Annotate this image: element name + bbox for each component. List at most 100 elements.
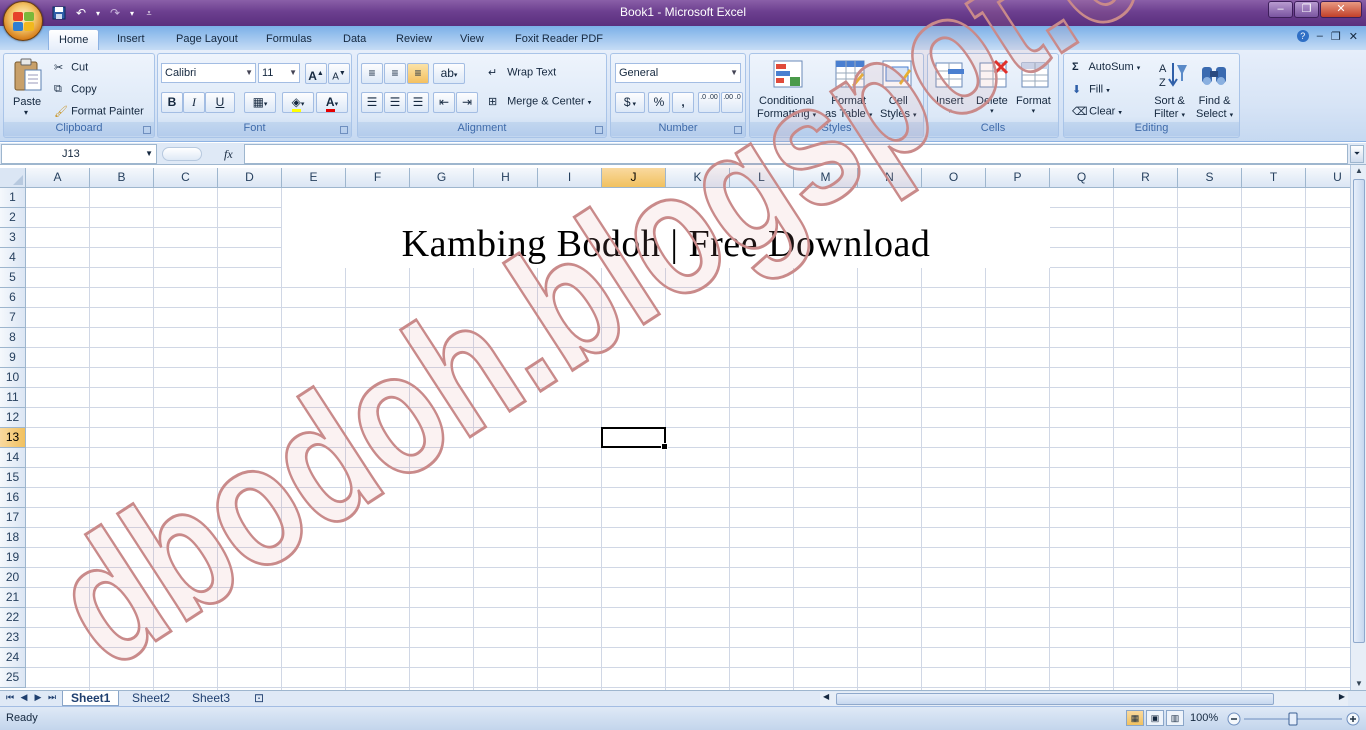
format-cells-button[interactable]: Format ▾ [1016, 95, 1051, 115]
font-color-button[interactable]: A▾ [316, 92, 348, 113]
column-header-k[interactable]: K [666, 168, 730, 188]
sort-filter-button[interactable]: Sort & Filter ▾ [1154, 95, 1185, 122]
column-header-c[interactable]: C [154, 168, 218, 188]
tab-formulas[interactable]: Formulas [256, 29, 322, 50]
column-header-m[interactable]: M [794, 168, 858, 188]
cut-button[interactable]: ✂ Cut [54, 61, 88, 74]
ribbon-minimize-icon[interactable]: – [1317, 30, 1323, 43]
currency-button[interactable]: $ ▾ [615, 92, 645, 113]
row-header-3[interactable]: 3 [0, 228, 26, 248]
row-header-16[interactable]: 16 [0, 488, 26, 508]
first-sheet-icon[interactable]: ⏮ [4, 692, 16, 705]
merge-center-button[interactable]: ⊞ Merge & Center ▾ [488, 95, 591, 108]
row-header-9[interactable]: 9 [0, 348, 26, 368]
align-center-button[interactable]: ☰ [384, 92, 406, 113]
row-header-1[interactable]: 1 [0, 188, 26, 208]
format-as-table-button[interactable]: Format as Table ▾ [825, 95, 872, 122]
delete-cells-icon[interactable] [978, 59, 1010, 91]
column-header-p[interactable]: P [986, 168, 1050, 188]
decrease-indent-button[interactable]: ⇤ [433, 92, 455, 113]
paste-dropdown-icon[interactable]: ▾ [24, 108, 28, 117]
maximize-button[interactable]: ❐ [1294, 1, 1319, 18]
help-icon[interactable]: ? [1296, 30, 1309, 42]
column-header-i[interactable]: I [538, 168, 602, 188]
align-left-button[interactable]: ☰ [361, 92, 383, 113]
number-launcher-icon[interactable] [734, 126, 742, 134]
worksheet-grid[interactable]: A B C D E F G H I J K L M N O P Q R S T U 1 2 3 4 5 6 7 8 9 10 11 12 13 14… [0, 168, 1350, 690]
zoom-level[interactable]: 100% [1190, 712, 1218, 724]
orientation-button[interactable]: ab▾ [433, 63, 465, 84]
cell-styles-button[interactable]: Cell Styles ▾ [880, 95, 917, 122]
fill-button[interactable]: ⬇ Fill ▾ [1072, 83, 1110, 96]
tab-view[interactable]: View [450, 29, 494, 50]
normal-view-icon[interactable]: ▦ [1126, 710, 1144, 726]
sheet-tab-1[interactable]: Sheet1 [62, 691, 120, 706]
page-layout-view-icon[interactable]: ▣ [1146, 710, 1164, 726]
row-header-7[interactable]: 7 [0, 308, 26, 328]
format-cells-icon[interactable] [1020, 59, 1052, 91]
column-header-h[interactable]: H [474, 168, 538, 188]
paste-icon[interactable] [12, 58, 44, 91]
name-box[interactable]: J13 ▼ [1, 144, 157, 164]
row-header-21[interactable]: 21 [0, 588, 26, 608]
ribbon-restore-icon[interactable]: ❐ [1331, 30, 1341, 43]
align-right-button[interactable]: ☰ [407, 92, 429, 113]
tab-page-layout[interactable]: Page Layout [166, 29, 248, 50]
tab-home[interactable]: Home [48, 29, 100, 50]
increase-decimal-button[interactable]: .0 .00 [698, 92, 720, 113]
row-header-18[interactable]: 18 [0, 528, 26, 548]
row-header-4[interactable]: 4 [0, 248, 26, 268]
column-header-f[interactable]: F [346, 168, 410, 188]
align-top-button[interactable]: ≡ [361, 63, 383, 84]
scroll-down-icon[interactable]: ▼ [1353, 678, 1365, 690]
row-header-17[interactable]: 17 [0, 508, 26, 528]
percent-button[interactable]: % [648, 92, 670, 113]
borders-button[interactable]: ▦▾ [244, 92, 276, 113]
tab-foxit-reader-pdf[interactable]: Foxit Reader PDF [505, 29, 613, 50]
row-header-25[interactable]: 25 [0, 668, 26, 688]
increase-indent-button[interactable]: ⇥ [456, 92, 478, 113]
active-cell-j13[interactable] [601, 427, 668, 450]
clipboard-launcher-icon[interactable] [143, 126, 151, 134]
select-all-corner[interactable] [0, 168, 26, 188]
column-header-j[interactable]: J [602, 168, 666, 188]
scroll-left-icon[interactable]: ◀ [823, 692, 829, 701]
scroll-right-icon[interactable]: ▶ [1339, 692, 1345, 701]
conditional-formatting-button[interactable]: Conditional Formatting ▾ [757, 95, 816, 122]
conditional-formatting-icon[interactable] [772, 59, 804, 91]
column-header-t[interactable]: T [1242, 168, 1306, 188]
insert-function-button[interactable]: fx [224, 147, 233, 162]
tab-review[interactable]: Review [386, 29, 442, 50]
next-sheet-icon[interactable]: ▶ [32, 692, 44, 705]
row-header-23[interactable]: 23 [0, 628, 26, 648]
alignment-launcher-icon[interactable] [595, 126, 603, 134]
column-header-u[interactable]: U [1306, 168, 1350, 188]
format-painter-button[interactable]: 🖌 Format Painter [54, 105, 144, 118]
delete-cells-button[interactable]: Delete ▾ [976, 95, 1008, 115]
vertical-scrollbar[interactable]: ▲ ▼ [1350, 165, 1366, 690]
page-break-view-icon[interactable]: ▥ [1166, 710, 1184, 726]
column-header-e[interactable]: E [282, 168, 346, 188]
row-header-8[interactable]: 8 [0, 328, 26, 348]
office-button[interactable] [3, 1, 43, 41]
minimize-button[interactable]: – [1268, 1, 1293, 18]
copy-button[interactable]: ⧉ Copy [54, 83, 97, 96]
autosum-button[interactable]: Σ AutoSum ▾ [1072, 61, 1140, 73]
wrap-text-button[interactable]: ↵ Wrap Text [488, 66, 556, 79]
italic-button[interactable]: I [183, 92, 205, 113]
column-header-d[interactable]: D [218, 168, 282, 188]
font-family-select[interactable]: Calibri ▼ [161, 63, 256, 83]
underline-button[interactable]: U [205, 92, 235, 113]
cell-styles-icon[interactable] [881, 59, 913, 91]
bold-button[interactable]: B [161, 92, 183, 113]
decrease-decimal-button[interactable]: .00 .0 [721, 92, 743, 113]
row-header-14[interactable]: 14 [0, 448, 26, 468]
row-header-12[interactable]: 12 [0, 408, 26, 428]
vertical-scroll-thumb[interactable] [1353, 179, 1365, 643]
sort-filter-icon[interactable]: AZ [1157, 59, 1189, 91]
expand-formula-bar-icon[interactable]: ⏷ [1350, 145, 1364, 163]
tab-insert[interactable]: Insert [107, 29, 155, 50]
column-header-g[interactable]: G [410, 168, 474, 188]
column-header-s[interactable]: S [1178, 168, 1242, 188]
insert-sheet-icon[interactable]: ⊡ [246, 691, 272, 706]
